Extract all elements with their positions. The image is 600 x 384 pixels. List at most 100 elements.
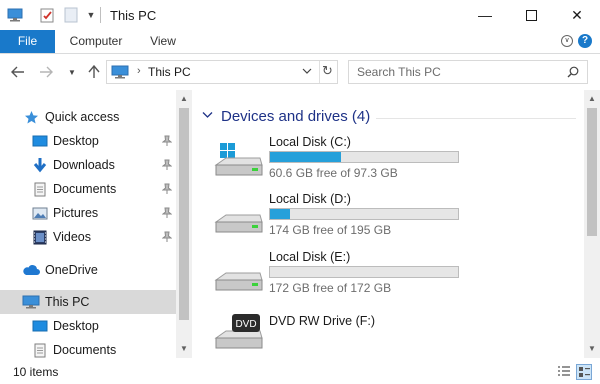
nav-item-quick-access[interactable]: Quick access bbox=[0, 105, 176, 129]
drive-usage-bar bbox=[269, 151, 459, 163]
status-bar: 10 items bbox=[0, 360, 600, 384]
drive-free-space: 172 GB free of 172 GB bbox=[269, 281, 392, 295]
drive-usage-bar bbox=[269, 266, 459, 278]
nav-item-label: Quick access bbox=[45, 110, 120, 124]
tab-computer[interactable]: Computer bbox=[62, 30, 130, 53]
nav-item-videos[interactable]: Videos bbox=[0, 225, 176, 249]
title-bar: ▼ This PC — ✕ bbox=[0, 0, 600, 30]
forward-button[interactable] bbox=[36, 62, 56, 82]
content-scrollbar-thumb[interactable] bbox=[587, 108, 597, 236]
nav-item-downloads[interactable]: Downloads bbox=[0, 153, 176, 177]
tiles-view-icon[interactable] bbox=[576, 364, 592, 380]
chevron-down-icon[interactable] bbox=[202, 110, 213, 122]
back-button[interactable] bbox=[8, 62, 28, 82]
cloud-icon bbox=[22, 261, 40, 279]
drive-name: Local Disk (C:) bbox=[269, 135, 351, 149]
nav-item-label: Documents bbox=[53, 343, 117, 357]
computer-icon[interactable] bbox=[6, 6, 24, 24]
drive-usage-fill bbox=[270, 152, 341, 162]
details-view-icon[interactable] bbox=[557, 365, 571, 379]
group-title: Devices and drives (4) bbox=[221, 107, 371, 125]
window-title: This PC bbox=[110, 8, 157, 23]
maximize-button[interactable] bbox=[508, 0, 554, 30]
star-icon bbox=[22, 108, 40, 126]
tab-view[interactable]: View bbox=[140, 30, 186, 53]
drive-name: DVD RW Drive (F:) bbox=[269, 314, 376, 328]
hard-drive-icon bbox=[214, 200, 264, 236]
chevron-down-icon[interactable]: ∨ bbox=[561, 35, 573, 47]
computer-icon bbox=[22, 293, 40, 311]
nav-item-label: Desktop bbox=[53, 134, 99, 148]
refresh-icon[interactable]: ↻ bbox=[322, 63, 333, 79]
drive-tile-f[interactable]: DVD DVD RW Drive (F:) bbox=[214, 314, 574, 358]
picture-icon bbox=[31, 204, 49, 222]
close-button[interactable]: ✕ bbox=[554, 0, 600, 30]
drive-tile-d[interactable]: Local Disk (D:) 174 GB free of 195 GB bbox=[214, 192, 574, 248]
desktop-icon bbox=[31, 132, 49, 150]
drive-free-space: 60.6 GB free of 97.3 GB bbox=[269, 166, 398, 180]
video-icon bbox=[31, 228, 49, 246]
partial-folder-icon bbox=[226, 90, 266, 94]
devices-group-header[interactable]: Devices and drives (4) bbox=[202, 106, 370, 126]
nav-item-desktop[interactable]: Desktop bbox=[0, 129, 176, 153]
new-folder-icon[interactable] bbox=[62, 6, 80, 24]
pin-icon[interactable] bbox=[161, 207, 173, 222]
pin-icon[interactable] bbox=[161, 183, 173, 198]
content-scrollbar[interactable]: ▲ ▼ bbox=[584, 90, 600, 358]
desktop-icon bbox=[31, 317, 49, 335]
search-icon[interactable] bbox=[567, 66, 579, 81]
document-icon bbox=[31, 180, 49, 198]
nav-item-label: This PC bbox=[45, 295, 90, 309]
customize-toolbar-icon[interactable]: ▼ bbox=[82, 6, 100, 24]
pin-icon[interactable] bbox=[161, 231, 173, 246]
minimize-button[interactable]: — bbox=[462, 0, 508, 30]
nav-item-pictures[interactable]: Pictures bbox=[0, 201, 176, 225]
drive-free-space: 174 GB free of 195 GB bbox=[269, 223, 392, 237]
scroll-up-icon[interactable]: ▲ bbox=[584, 92, 600, 106]
scroll-down-icon[interactable]: ▼ bbox=[584, 342, 600, 356]
nav-scrollbar[interactable]: ▲ ▼ bbox=[176, 90, 192, 358]
title-separator bbox=[100, 7, 101, 23]
drive-name: Local Disk (E:) bbox=[269, 250, 351, 264]
nav-item-label: Desktop bbox=[53, 319, 99, 333]
breadcrumb-separator[interactable]: › bbox=[137, 65, 141, 77]
this-pc-icon bbox=[111, 65, 131, 82]
pin-icon[interactable] bbox=[161, 159, 173, 174]
nav-item-onedrive[interactable]: OneDrive bbox=[0, 258, 176, 282]
ribbon-tabs: File Computer View ∨ ? bbox=[0, 30, 600, 54]
address-divider bbox=[319, 61, 320, 83]
navigation-bar: ▼ › This PC ↻ bbox=[0, 56, 600, 88]
scroll-up-icon[interactable]: ▲ bbox=[176, 92, 192, 106]
address-bar[interactable]: › This PC ↻ bbox=[106, 60, 338, 84]
breadcrumb-this-pc[interactable]: This PC bbox=[148, 65, 191, 79]
drive-tile-c[interactable]: Local Disk (C:) 60.6 GB free of 97.3 GB bbox=[214, 135, 574, 191]
address-dropdown-icon[interactable] bbox=[302, 64, 312, 81]
drive-tile-e[interactable]: Local Disk (E:) 172 GB free of 172 GB bbox=[214, 250, 574, 306]
drive-name: Local Disk (D:) bbox=[269, 192, 351, 206]
nav-item-this-pc[interactable]: This PC bbox=[0, 290, 176, 314]
properties-icon[interactable] bbox=[38, 6, 56, 24]
drive-usage-bar bbox=[269, 208, 459, 220]
dvd-label: DVD bbox=[235, 319, 256, 330]
hard-drive-icon bbox=[214, 258, 264, 294]
up-button[interactable] bbox=[84, 62, 104, 82]
nav-item-label: Pictures bbox=[53, 206, 99, 220]
scroll-down-icon[interactable]: ▼ bbox=[176, 342, 192, 356]
nav-item-documents[interactable]: Documents bbox=[0, 177, 176, 201]
nav-item-label: OneDrive bbox=[45, 263, 98, 277]
search-input[interactable] bbox=[349, 61, 559, 83]
item-count: 10 items bbox=[13, 365, 59, 379]
nav-item-label: Downloads bbox=[53, 158, 115, 172]
drive-usage-fill bbox=[270, 209, 291, 219]
nav-item-label: Videos bbox=[53, 230, 91, 244]
tab-file[interactable]: File bbox=[0, 30, 55, 53]
nav-item-documents-pc[interactable]: Documents bbox=[0, 338, 176, 358]
recent-locations-icon[interactable]: ▼ bbox=[62, 62, 82, 82]
windows-drive-icon bbox=[214, 143, 264, 179]
search-box bbox=[348, 60, 588, 84]
nav-item-desktop-pc[interactable]: Desktop bbox=[0, 314, 176, 338]
help-button[interactable]: ? bbox=[578, 34, 592, 48]
nav-item-label: Documents bbox=[53, 182, 117, 196]
pin-icon[interactable] bbox=[161, 135, 173, 150]
nav-scrollbar-thumb[interactable] bbox=[179, 108, 189, 320]
